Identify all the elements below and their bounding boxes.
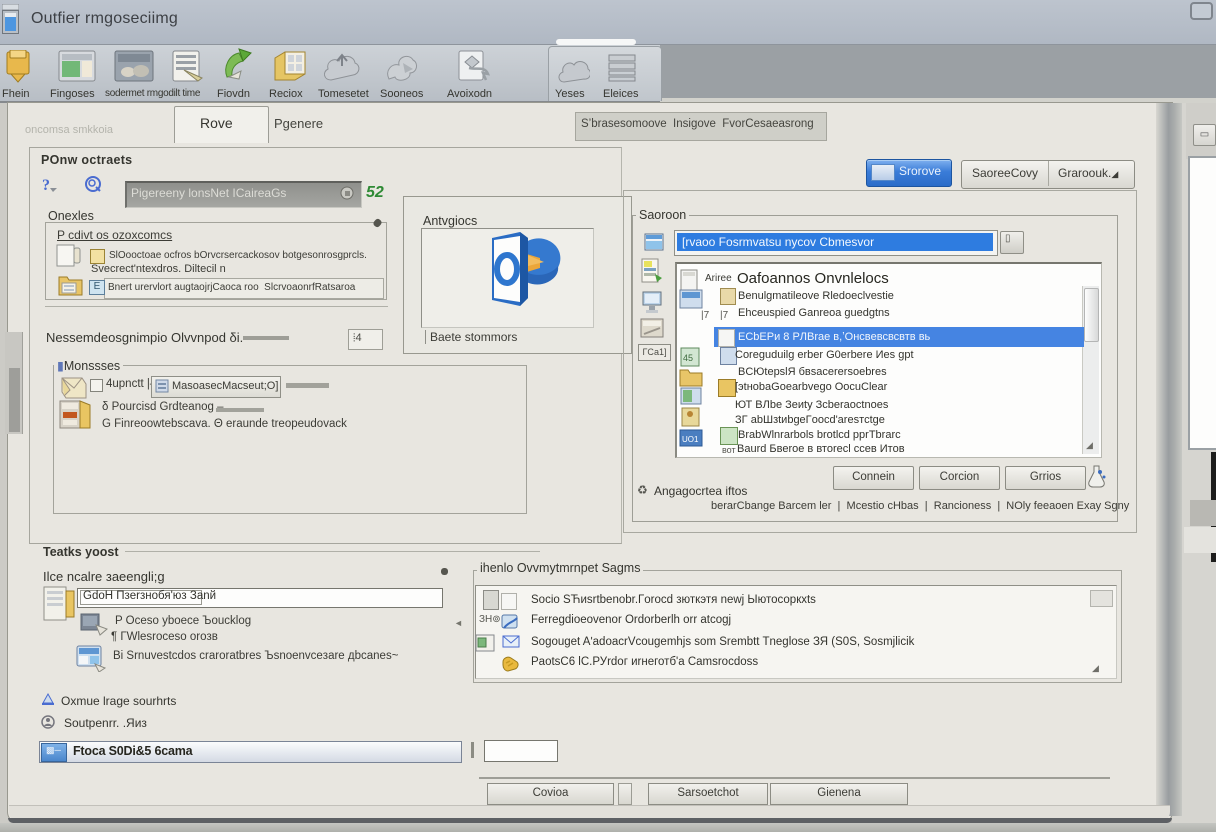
svg-text:45: 45 bbox=[683, 353, 693, 363]
svg-text:|7: |7 bbox=[701, 310, 710, 321]
svg-text:?: ? bbox=[42, 177, 50, 194]
svg-text:UO1: UO1 bbox=[682, 435, 699, 444]
